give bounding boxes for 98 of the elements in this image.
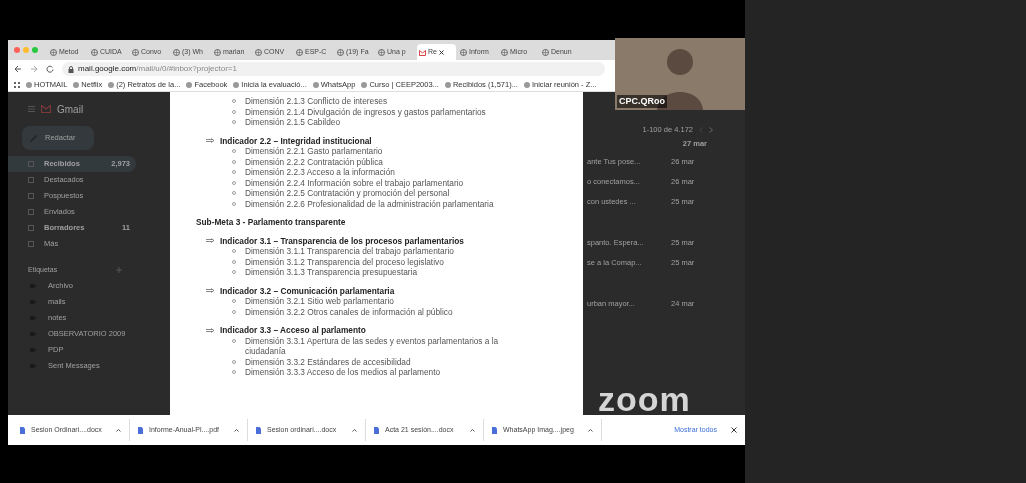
bullet-icon <box>232 99 236 103</box>
close-icon <box>438 49 444 55</box>
apps-grid-icon <box>14 81 20 88</box>
list-item-text: Dimensión 3.2.2 Otros canales de información al público <box>245 306 454 317</box>
list-item-text: Dimensión 2.2.1 Gasto parlamentario <box>245 146 384 157</box>
list-item-text: Dimensión 3.3.2 Estándares de accesibilidad <box>245 356 412 367</box>
list-item-text: Dimensión 3.1.2 Transparencia del proceso legislativo <box>245 256 445 267</box>
file-icon <box>138 426 143 434</box>
pencil-icon <box>30 134 37 142</box>
bullet-icon <box>232 109 236 114</box>
url-text: mail.google.com/mail/u/0/#inbox?projector=1 <box>78 63 237 75</box>
zoom-logo: zoom <box>598 382 691 416</box>
participant-name: CPC.QRoo <box>617 94 667 108</box>
arrow-bullet-icon <box>206 238 215 244</box>
list-item-text: Dimensión 3.3.1 Apertura de las sedes y eventos parlamentarios a la ciudadanía <box>245 335 500 357</box>
file-icon <box>20 426 25 434</box>
globe-icon <box>50 48 57 56</box>
bullet-icon <box>232 120 236 124</box>
address-bar[interactable]: mail.google.com/mail/u/0/#inbox?projector=1 <box>62 62 605 76</box>
globe-icon <box>296 48 303 56</box>
close-icon <box>731 427 737 433</box>
site-icon <box>312 81 319 88</box>
gmail-logo-text: Gmail <box>57 102 84 117</box>
file-icon <box>256 426 261 434</box>
list-item-text: Dimensión 3.1.3 Transparencia presupuestaria <box>245 267 419 278</box>
site-icon <box>523 81 530 88</box>
list-item-text: Dimensión 2.2.6 Profesionalidad de la administración parlamentaria <box>245 198 495 209</box>
globe-icon <box>460 48 467 56</box>
bullet-icon <box>232 249 236 253</box>
site-icon <box>233 81 240 88</box>
list-item-text: Dimensión 2.1.3 Conflicto de intereses <box>245 96 389 107</box>
indicator-heading: Indicador 3.3 – Acceso al parlamento <box>220 325 366 336</box>
list-item-text: Dimensión 3.1.1 Transparencia del trabajo parlamentario <box>245 246 455 257</box>
folder-icon <box>28 177 34 183</box>
forward-icon[interactable] <box>30 65 38 73</box>
bullet-icon <box>232 191 236 195</box>
caret-up-icon <box>352 428 357 432</box>
folder-icon <box>28 209 34 215</box>
list-item-text: Dimensión 2.1.4 Divulgación de ingresos y gastos parlamentarios <box>245 106 487 117</box>
arrow-bullet-icon <box>206 327 215 333</box>
mail-icon <box>419 48 426 56</box>
globe-icon <box>542 48 549 56</box>
bullet-icon <box>232 338 236 343</box>
site-icon <box>26 81 32 88</box>
indicator-heading: Indicador 2.2 – Integridad institucional <box>220 135 372 146</box>
bullet-icon <box>232 201 236 206</box>
list-item-text: Dimensión 3.2.1 Sitio web parlamentario <box>245 296 395 307</box>
bullet-icon <box>232 370 236 374</box>
globe-icon <box>91 48 98 56</box>
menu-icon <box>28 106 35 112</box>
site-icon <box>108 81 115 88</box>
indicator-heading: Indicador 3.1 – Transparencia de los procesos parlamentarios <box>220 235 464 246</box>
bullet-icon <box>232 309 236 314</box>
arrow-bullet-icon <box>206 138 215 144</box>
folder-icon <box>28 161 34 167</box>
list-item-text: Dimensión 3.3.3 Acceso de los medios al parlamento <box>245 367 442 378</box>
lock-icon <box>68 65 74 73</box>
bullet-icon <box>232 299 236 303</box>
mail-icon <box>41 105 51 113</box>
list-item-text: Dimensión 2.2.4 Información sobre el trabajo parlamentario <box>245 177 465 188</box>
site-icon <box>361 81 368 88</box>
globe-icon <box>378 48 385 56</box>
reload-icon[interactable] <box>46 65 54 73</box>
bullet-icon <box>232 259 236 264</box>
globe-icon <box>132 48 139 56</box>
globe-icon <box>337 48 344 56</box>
file-icon <box>492 426 497 434</box>
arrow-bullet-icon <box>206 288 215 294</box>
globe-icon <box>255 48 262 56</box>
caret-up-icon <box>588 428 593 432</box>
site-icon <box>444 81 451 88</box>
bullet-icon <box>232 149 236 153</box>
bullet-icon <box>232 359 236 364</box>
caret-up-icon <box>470 428 475 432</box>
site-icon <box>186 81 193 88</box>
list-item-text: Dimensión 2.2.3 Acceso a la información <box>245 167 396 178</box>
back-icon[interactable] <box>14 65 22 73</box>
globe-icon <box>214 48 221 56</box>
section-heading: Sub-Meta 3 - Parlamento transparente <box>195 217 347 228</box>
caret-up-icon <box>234 428 239 432</box>
bullet-icon <box>232 159 236 164</box>
globe-icon <box>501 48 508 56</box>
caret-up-icon <box>116 428 121 432</box>
folder-icon <box>28 241 34 247</box>
bullet-icon <box>232 170 236 174</box>
bullet-icon <box>232 270 236 274</box>
file-icon <box>374 426 379 434</box>
folder-icon <box>28 193 34 199</box>
globe-icon <box>173 48 180 56</box>
list-item-text: Dimensión 2.1.5 Cabildeo <box>245 117 341 128</box>
folder-icon <box>28 225 34 231</box>
add-icon <box>116 267 122 273</box>
site-icon <box>73 81 80 88</box>
bullet-icon <box>232 180 236 185</box>
indicator-heading: Indicador 3.2 – Comunicación parlamentaria <box>220 285 395 296</box>
chevron-right-icon <box>709 127 713 133</box>
list-item-text: Dimensión 2.2.5 Contratación y promoción del personal <box>245 188 451 199</box>
list-item-text: Dimensión 2.2.2 Contratación pública <box>245 156 384 167</box>
